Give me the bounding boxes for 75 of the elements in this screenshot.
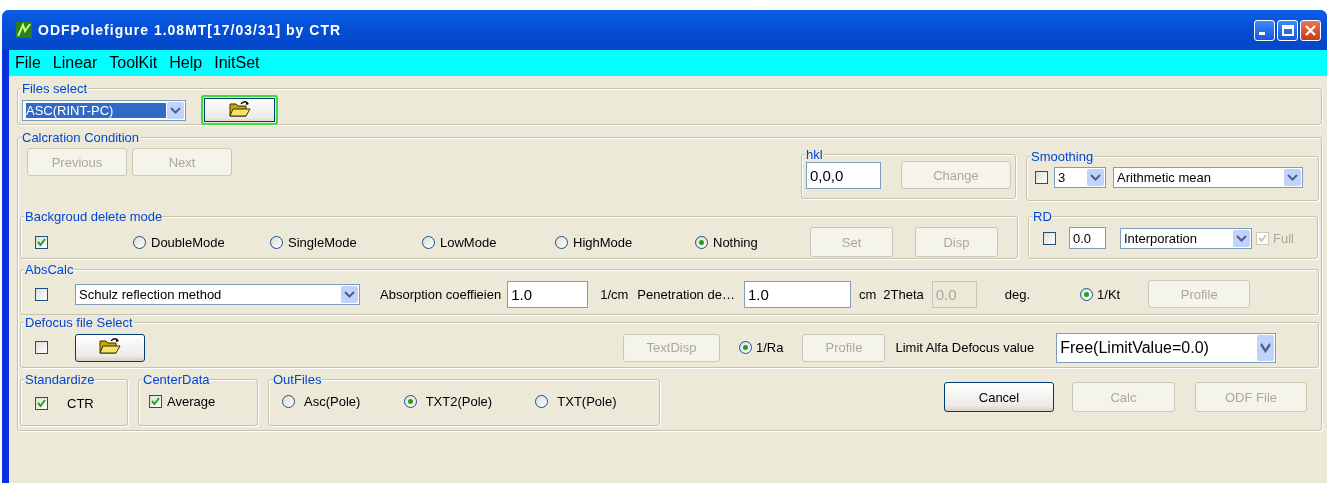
dropdown[interactable]: 3 bbox=[1054, 167, 1106, 188]
label: 2Theta bbox=[883, 286, 924, 302]
radio-button[interactable] bbox=[422, 235, 435, 249]
radio-label: Asc(Pole) bbox=[304, 394, 361, 409]
label: Limit Alfa Defocus value bbox=[895, 340, 1035, 355]
dropdown[interactable]: Schulz reflection method bbox=[75, 283, 360, 305]
checkbox[interactable] bbox=[149, 395, 162, 408]
minimize-button[interactable] bbox=[1254, 19, 1275, 41]
checkbox[interactable] bbox=[1035, 171, 1048, 184]
close-button[interactable] bbox=[1300, 19, 1321, 41]
menu-item[interactable]: InitSet bbox=[214, 54, 260, 72]
radio-button[interactable] bbox=[1080, 287, 1094, 301]
radio-label: 1/Ra bbox=[756, 340, 784, 355]
button[interactable]: Cancel bbox=[944, 382, 1054, 412]
minimize-icon bbox=[1259, 31, 1265, 35]
group-label: hkl bbox=[805, 147, 824, 162]
app-icon bbox=[16, 22, 32, 38]
dropdown[interactable]: Free(LimitValue=0.0) bbox=[1056, 332, 1277, 363]
maximize-button[interactable] bbox=[1277, 19, 1298, 41]
checkbox[interactable] bbox=[35, 287, 48, 301]
window-title: ODFPolefigure 1.08MT[17/03/31] by CTR bbox=[38, 22, 342, 38]
group-label: Standardize bbox=[24, 372, 96, 387]
text-field[interactable]: 0,0,0 bbox=[806, 161, 881, 189]
menu-item[interactable]: Linear bbox=[52, 54, 98, 72]
text-field[interactable]: 1.0 bbox=[507, 280, 589, 308]
menu-item[interactable]: Help bbox=[169, 54, 203, 72]
menu-item[interactable]: ToolKit bbox=[109, 54, 158, 72]
radio-label: TXT2(Pole) bbox=[425, 394, 493, 409]
unit-label: cm bbox=[858, 286, 877, 302]
radio-label: HighMode bbox=[573, 234, 633, 250]
radio-button[interactable] bbox=[695, 235, 708, 249]
group-label: RD bbox=[1032, 209, 1053, 224]
unit-label: 1/cm bbox=[600, 286, 629, 302]
label: Penetration de… bbox=[637, 286, 735, 302]
radio-label: DoubleMode bbox=[151, 234, 225, 250]
checkbox-label: CTR bbox=[67, 396, 94, 411]
radio-button[interactable] bbox=[270, 235, 283, 249]
radio-button[interactable] bbox=[535, 395, 549, 408]
group-label: Calcration Condition bbox=[21, 130, 141, 145]
checkbox[interactable] bbox=[35, 235, 48, 249]
dropdown[interactable]: ASC(RINT-PC) bbox=[22, 99, 186, 121]
dropdown[interactable]: Arithmetic mean bbox=[1113, 167, 1303, 188]
group-label: Smoothing bbox=[1030, 149, 1095, 164]
radio-button[interactable] bbox=[403, 395, 417, 408]
group-label: OutFiles bbox=[272, 372, 323, 387]
radio-label: SingleMode bbox=[288, 234, 357, 250]
group-label: Backgroud delete mode bbox=[24, 209, 164, 224]
text-field[interactable]: 0.0 bbox=[1069, 227, 1106, 249]
radio-button[interactable] bbox=[555, 235, 568, 249]
radio-label: Nothing bbox=[713, 234, 758, 250]
checkbox[interactable] bbox=[35, 397, 48, 410]
radio-button[interactable] bbox=[282, 395, 295, 408]
label: Absorption coeffieien bbox=[380, 286, 502, 302]
radio-label: 1/Kt bbox=[1097, 286, 1121, 302]
close-icon bbox=[1304, 23, 1317, 37]
unit-label: deg. bbox=[1004, 286, 1031, 302]
checkbox[interactable] bbox=[35, 341, 48, 354]
radio-label: TXT(Pole) bbox=[557, 394, 617, 409]
group-label: AbsCalc bbox=[24, 262, 75, 277]
open-folder-button[interactable] bbox=[75, 333, 145, 362]
radio-button[interactable] bbox=[739, 341, 752, 354]
checkbox-label: Full bbox=[1273, 230, 1294, 246]
folder-icon bbox=[228, 100, 251, 117]
radio-label: LowMode bbox=[440, 234, 497, 250]
maximize-icon bbox=[1281, 23, 1294, 37]
group-label: CenterData bbox=[142, 372, 211, 387]
text-field[interactable]: 1.0 bbox=[743, 280, 851, 308]
open-folder-button[interactable] bbox=[201, 95, 278, 125]
group-label: Files select bbox=[21, 81, 89, 96]
checkbox[interactable] bbox=[1043, 231, 1056, 245]
menu-item[interactable]: File bbox=[15, 54, 41, 72]
folder-icon bbox=[99, 338, 121, 354]
dropdown[interactable]: Interporation bbox=[1120, 227, 1252, 249]
radio-button[interactable] bbox=[133, 235, 146, 249]
checkbox-label: Average bbox=[167, 394, 216, 409]
